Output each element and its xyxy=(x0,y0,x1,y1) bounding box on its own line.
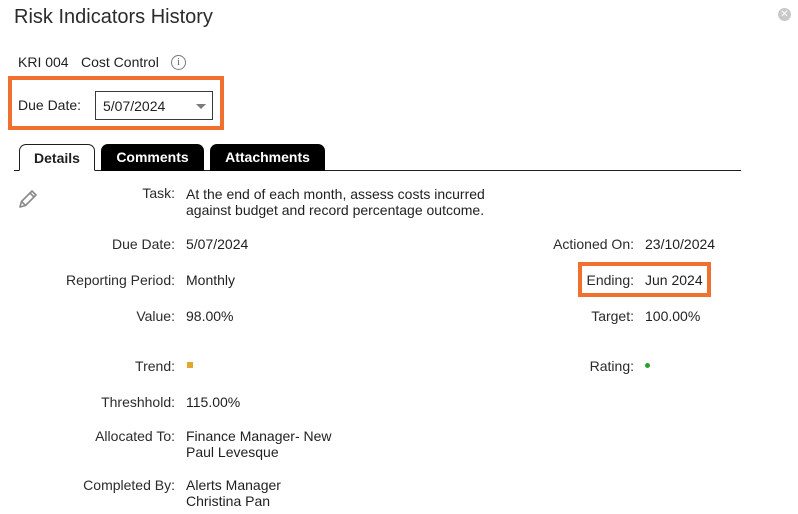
completed-by-line-2: Christina Pan xyxy=(186,493,271,509)
ending-value: Jun 2024 xyxy=(645,272,703,288)
kri-code: KRI 004 xyxy=(18,54,69,70)
allocated-to-line-1: Finance Manager- New xyxy=(186,428,332,444)
allocated-to-label: Allocated To: xyxy=(95,428,175,444)
due-date-filter-label: Due Date: xyxy=(18,97,82,113)
reporting-period-value: Monthly xyxy=(186,272,236,288)
kri-name: Cost Control xyxy=(81,54,159,70)
dialog-title: Risk Indicators History xyxy=(14,6,213,28)
info-icon[interactable]: i xyxy=(171,55,186,70)
tab-comments[interactable]: Comments xyxy=(101,144,204,171)
target-value: 100.00% xyxy=(645,308,701,324)
close-icon[interactable]: ✕ xyxy=(778,8,791,21)
completed-by-line-1: Alerts Manager xyxy=(186,477,281,493)
target-label: Target: xyxy=(591,308,634,324)
tab-attachments[interactable]: Attachments xyxy=(210,144,325,171)
threshold-label: Threshhold: xyxy=(101,394,175,410)
value-value: 98.00% xyxy=(186,308,234,324)
reporting-period-label: Reporting Period: xyxy=(66,272,175,288)
allocated-to-line-2: Paul Levesque xyxy=(186,444,279,460)
task-line-2: against budget and record percentage out… xyxy=(186,202,485,218)
task-line-1: At the end of each month, assess costs i… xyxy=(186,186,485,202)
threshold-value: 115.00% xyxy=(186,394,241,410)
trend-marker xyxy=(187,362,193,368)
rating-label: Rating: xyxy=(589,358,634,374)
chevron-down-icon xyxy=(196,104,206,109)
due-date-label: Due Date: xyxy=(111,236,175,252)
ending-label: Ending: xyxy=(586,272,634,288)
actioned-on-value: 23/10/2024 xyxy=(645,236,716,252)
due-date-value: 5/07/2024 xyxy=(186,236,249,252)
rating-marker xyxy=(645,363,650,368)
due-date-select-value: 5/07/2024 xyxy=(103,98,166,114)
value-label: Value: xyxy=(136,308,175,324)
due-date-select[interactable]: 5/07/2024 xyxy=(95,91,213,120)
trend-label: Trend: xyxy=(135,358,175,374)
tab-details[interactable]: Details xyxy=(19,144,95,171)
task-label: Task: xyxy=(142,185,175,201)
actioned-on-label: Actioned On: xyxy=(553,236,634,252)
completed-by-label: Completed By: xyxy=(83,477,175,493)
